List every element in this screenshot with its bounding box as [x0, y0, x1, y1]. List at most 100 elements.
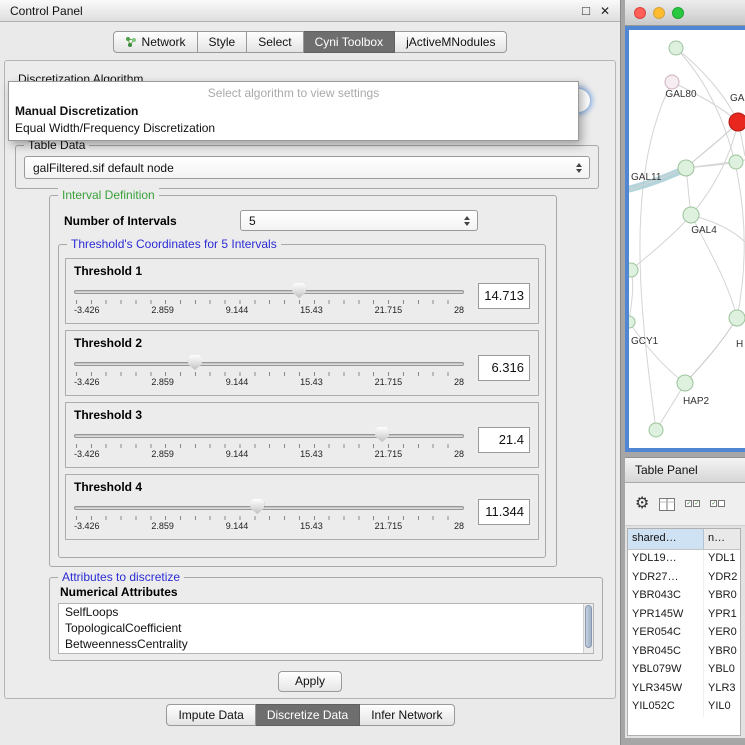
threshold-panel-3: Threshold 3 -3.4262.8599.14415.4321.7152…: [65, 402, 539, 468]
select-all-columns-icon[interactable]: ✓✓: [685, 500, 700, 508]
scale-label: 28: [454, 305, 464, 315]
cell-name: YPR1: [704, 606, 740, 625]
slider-ticks: [76, 444, 462, 448]
float-window-icon[interactable]: □: [582, 3, 590, 18]
threshold-value-field[interactable]: 6.316: [478, 355, 530, 381]
network-edges: [629, 48, 745, 430]
slider-thumb[interactable]: [250, 499, 264, 514]
bottom-tab-infer-network[interactable]: Infer Network: [360, 704, 454, 726]
scrollbar-thumb[interactable]: [585, 605, 592, 648]
slider-track[interactable]: [74, 506, 464, 510]
table-data-selected-value: galFiltered.sif default node: [25, 161, 174, 175]
node-label: GAL11: [631, 172, 662, 183]
table-row[interactable]: YPR145W YPR1: [628, 606, 740, 625]
desktop: Control Panel □ ✕ Network Style Select: [0, 0, 745, 745]
table-data-combobox[interactable]: galFiltered.sif default node: [24, 156, 590, 179]
table-row[interactable]: YBR045C YBR0: [628, 643, 740, 662]
cell-shared-name: YER054C: [628, 624, 704, 643]
threshold-slider[interactable]: -3.4262.8599.14415.4321.71528: [74, 497, 464, 535]
slider-track[interactable]: [74, 290, 464, 294]
columns-icon[interactable]: [659, 498, 675, 511]
node-label: HAP2: [683, 396, 710, 407]
network-node[interactable]: [677, 375, 693, 391]
stepper-icon[interactable]: [460, 216, 473, 226]
threshold-value-field[interactable]: 11.344: [478, 499, 530, 525]
network-node[interactable]: [729, 310, 745, 326]
network-tab-icon: [125, 36, 137, 48]
algorithm-dropdown: Select algorithm to view settings Manual…: [8, 81, 579, 141]
tab-cyni-toolbox[interactable]: Cyni Toolbox: [304, 31, 395, 53]
thresholds-group-label: Threshold's Coordinates for 5 Intervals: [67, 237, 281, 251]
thresholds-group: Threshold's Coordinates for 5 Intervals …: [58, 244, 546, 558]
select-columns-icon[interactable]: ✓: [710, 500, 725, 508]
network-node[interactable]: [629, 316, 635, 328]
network-canvas[interactable]: GAL80GAGAL11GAL4GCY1HHAP2: [629, 30, 745, 448]
bottom-tab-discretize-data[interactable]: Discretize Data: [256, 704, 360, 726]
numerical-attributes-list[interactable]: SelfLoopsTopologicalCoefficientBetweenne…: [58, 603, 594, 654]
tab-jactivemnodules[interactable]: jActiveMNodules: [395, 31, 507, 53]
cell-name: YLR3: [704, 680, 740, 699]
node-label: H: [736, 339, 743, 350]
stepper-icon[interactable]: [572, 163, 585, 173]
slider-ticks: [76, 372, 462, 376]
list-scrollbar[interactable]: [583, 604, 593, 653]
table-row[interactable]: YBR043C YBR0: [628, 587, 740, 606]
dropdown-item-manual-discretization[interactable]: Manual Discretization: [9, 103, 578, 120]
table-header-row: shared… n…: [628, 529, 740, 550]
zoom-traffic-light-icon[interactable]: [672, 7, 684, 19]
slider-scale: -3.4262.8599.14415.4321.71528: [74, 305, 464, 315]
attributes-list-items: SelfLoopsTopologicalCoefficientBetweenne…: [59, 604, 593, 652]
scale-label: 9.144: [226, 449, 249, 459]
column-header-name[interactable]: n…: [704, 529, 740, 549]
threshold-slider[interactable]: -3.4262.8599.14415.4321.71528: [74, 281, 464, 319]
network-node[interactable]: [729, 113, 745, 131]
bottom-tab-impute-data[interactable]: Impute Data: [166, 704, 255, 726]
cell-name: YDL1: [704, 550, 740, 569]
table-row[interactable]: YDL19… YDL1: [628, 550, 740, 569]
attribute-item[interactable]: BetweennessCentrality: [59, 636, 593, 652]
num-intervals-combobox[interactable]: 5: [240, 210, 478, 231]
number-of-intervals-label: Number of Intervals: [64, 214, 177, 228]
slider-thumb[interactable]: [292, 283, 306, 298]
column-header-shared-name[interactable]: shared…: [628, 529, 704, 549]
network-node[interactable]: [669, 41, 683, 55]
network-window-titlebar[interactable]: [625, 0, 745, 26]
attribute-item[interactable]: SelfLoops: [59, 604, 593, 620]
slider-track[interactable]: [74, 362, 464, 366]
dropdown-item-equal-width-frequency[interactable]: Equal Width/Frequency Discretization: [9, 120, 578, 137]
close-traffic-light-icon[interactable]: [634, 7, 646, 19]
threshold-value-field[interactable]: 21.4: [478, 427, 530, 453]
network-node[interactable]: [649, 423, 663, 437]
threshold-value-field[interactable]: 14.713: [478, 283, 530, 309]
close-icon[interactable]: ✕: [600, 4, 610, 18]
network-node[interactable]: [683, 207, 699, 223]
attribute-item[interactable]: TopologicalCoefficient: [59, 620, 593, 636]
network-node[interactable]: [629, 263, 638, 277]
scale-label: 28: [454, 377, 464, 387]
control-panel: Control Panel □ ✕ Network Style Select: [0, 0, 621, 745]
tab-style[interactable]: Style: [198, 31, 248, 53]
network-node[interactable]: [678, 160, 694, 176]
slider-thumb[interactable]: [188, 355, 202, 370]
network-node[interactable]: [665, 75, 679, 89]
threshold-panel-1: Threshold 1 -3.4262.8599.14415.4321.7152…: [65, 258, 539, 324]
threshold-slider[interactable]: -3.4262.8599.14415.4321.71528: [74, 353, 464, 391]
threshold-slider[interactable]: -3.4262.8599.14415.4321.71528: [74, 425, 464, 463]
cell-name: YBL0: [704, 661, 740, 680]
minimize-traffic-light-icon[interactable]: [653, 7, 665, 19]
slider-thumb[interactable]: [375, 427, 389, 442]
slider-track[interactable]: [74, 434, 464, 438]
tab-select[interactable]: Select: [247, 31, 303, 53]
tab-network[interactable]: Network: [113, 31, 198, 53]
table-row[interactable]: YDR27… YDR2: [628, 569, 740, 588]
table-row[interactable]: YER054C YER0: [628, 624, 740, 643]
scale-label: 9.144: [226, 377, 249, 387]
cell-name: YBR0: [704, 643, 740, 662]
table-row[interactable]: YBL079W YBL0: [628, 661, 740, 680]
gear-icon[interactable]: ⚙: [635, 496, 649, 512]
network-node[interactable]: [729, 155, 743, 169]
table-row[interactable]: YIL052C YIL0: [628, 698, 740, 717]
number-of-intervals-row: Number of Intervals 5: [64, 210, 542, 234]
apply-button[interactable]: Apply: [278, 671, 342, 692]
table-row[interactable]: YLR345W YLR3: [628, 680, 740, 699]
